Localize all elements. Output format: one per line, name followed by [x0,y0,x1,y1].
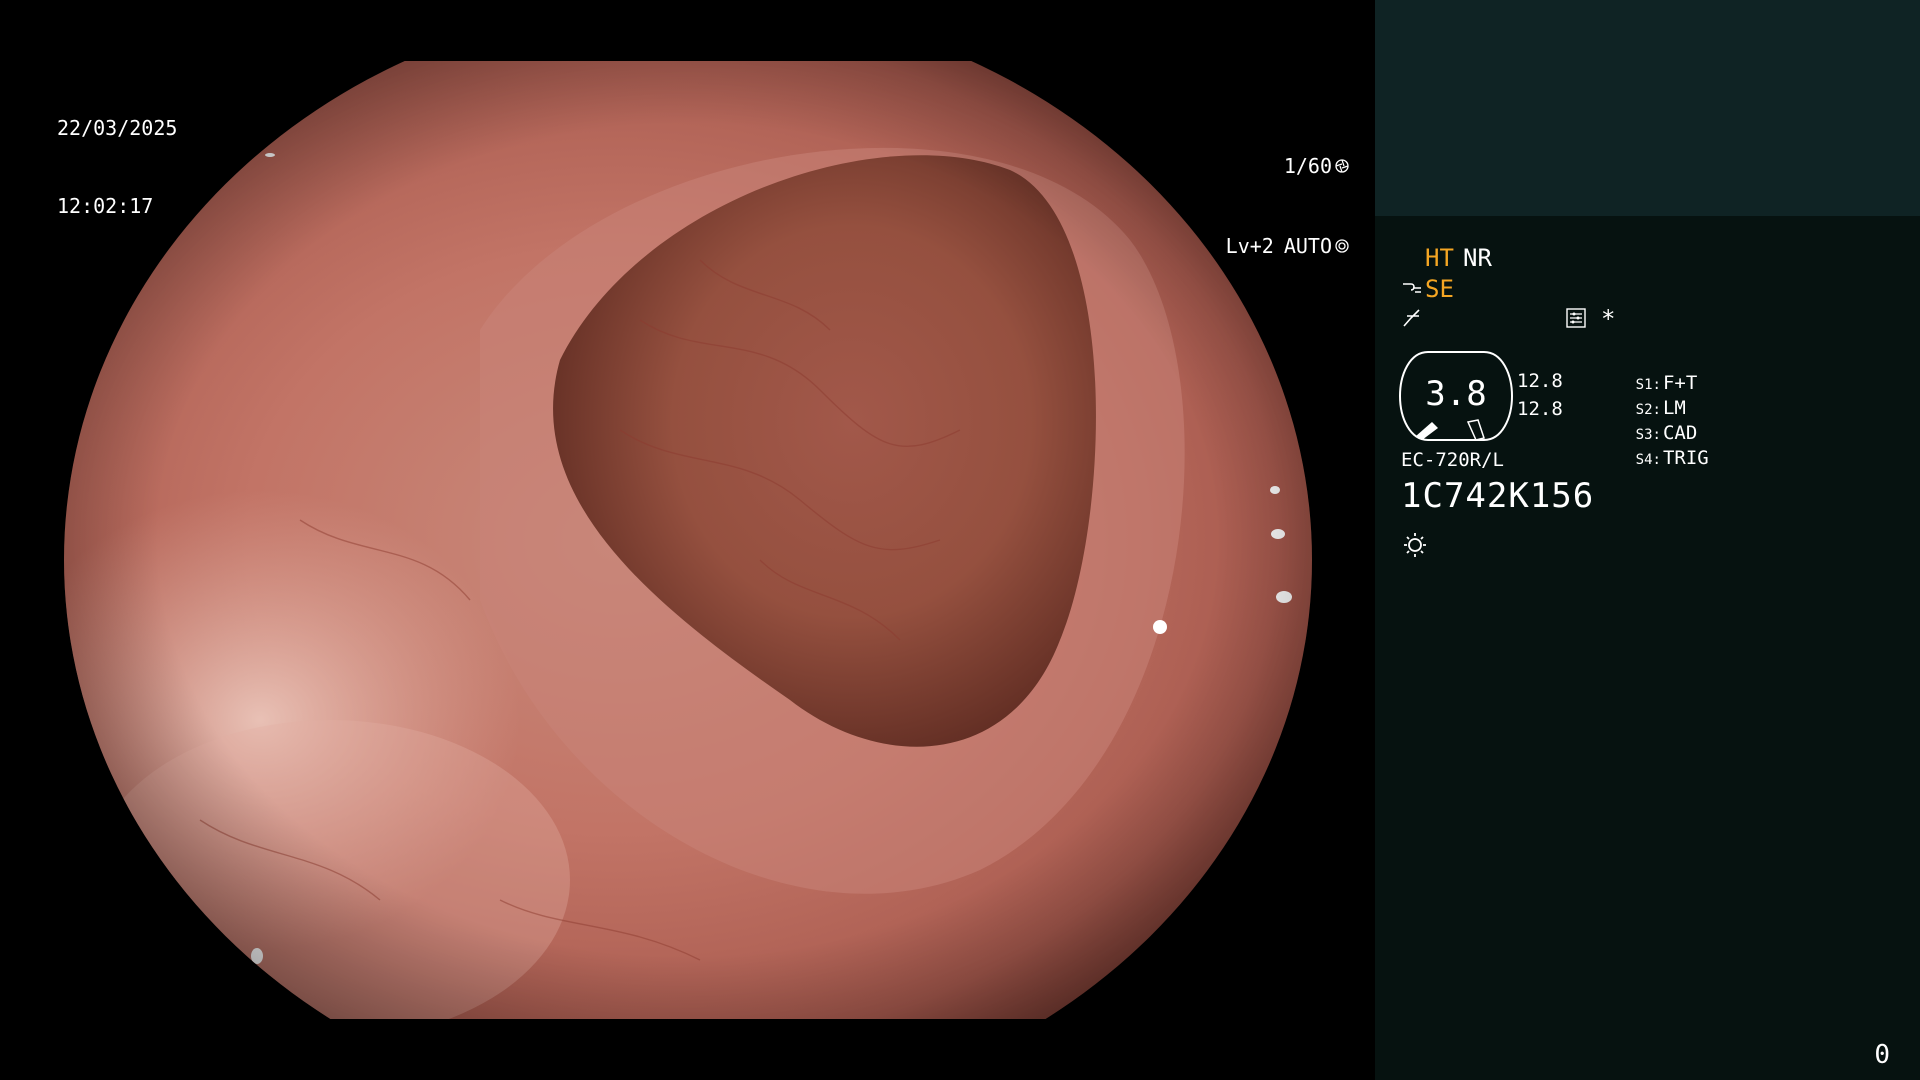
date-time-display: 22/03/2025 12:02:17 [57,63,177,271]
ht-indicator: HT [1425,244,1454,272]
curve-icon [1403,309,1420,327]
iris-icon [1335,239,1349,253]
scope-serial-text: 1C742K156 [1401,476,1595,516]
asterisk-indicator: * [1601,305,1616,333]
memory-icon [1566,308,1586,328]
shutter-row: 1/60 [1149,152,1349,180]
hook-icon [1403,283,1421,293]
iris-row: Lv+2 AUTO [1149,232,1349,260]
iris-mode-text: AUTO [1283,234,1332,258]
aperture-icon [1335,159,1349,173]
magnification-gauge: 3.8 [1398,350,1514,444]
light-icon [1404,533,1426,557]
brightness-level-text: Lv+2 [1225,234,1274,258]
panel-header-area [1375,0,1920,216]
endoscopy-screen: 22/03/2025 12:02:17 1/60 Lv+2 AUTO HT NR… [0,0,1920,1080]
info-side-panel: HT NR SE * 3.8 12.8 12.8 S1: F+T S2: LM … [1375,0,1920,1080]
scope-model-text: EC-720R/L [1401,449,1504,471]
upper-value-text: 12.8 [1517,370,1563,392]
nr-indicator: NR [1463,244,1492,272]
page-counter: 0 [1874,1040,1890,1070]
gauge-value-text: 3.8 [1425,374,1487,414]
lower-value-text: 12.8 [1517,398,1563,420]
switch-key: S4: [1635,452,1661,468]
date-text: 22/03/2025 [57,116,178,140]
exposure-info: 1/60 Lv+2 AUTO [1149,100,1349,312]
se-indicator: SE [1425,275,1454,303]
time-text: 12:02:17 [57,194,154,218]
switch-label: TRIG [1662,447,1709,469]
endoscope-image-view: 22/03/2025 12:02:17 1/60 Lv+2 AUTO [0,0,1375,1080]
shutter-speed-text: 1/60 [1283,154,1332,178]
